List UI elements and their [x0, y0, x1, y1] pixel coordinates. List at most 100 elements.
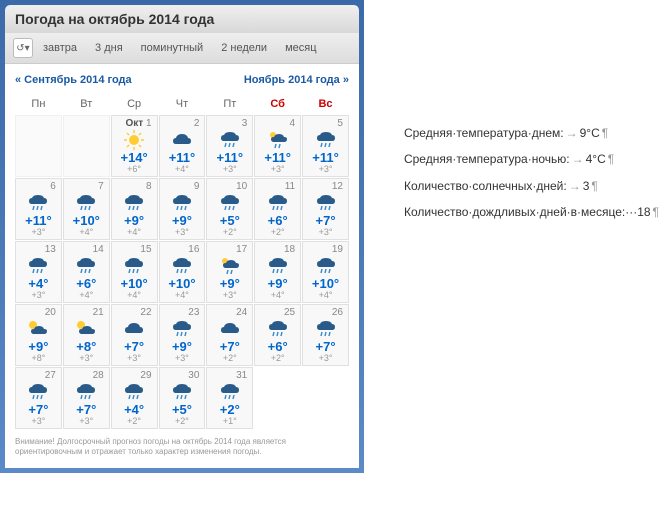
temps: +8°+3°: [67, 340, 106, 364]
cloud-icon: [115, 318, 154, 340]
day-cell[interactable]: 29+4°+2°: [111, 367, 158, 429]
day-cell[interactable]: 22 +7°+3°: [111, 304, 158, 366]
day-number: 24: [210, 307, 249, 318]
day-cell[interactable]: 14+6°+4°: [63, 241, 110, 303]
day-cell[interactable]: 6+11°+3°: [15, 178, 62, 240]
partcloud-icon: [19, 318, 58, 340]
day-number: 10: [210, 181, 249, 192]
day-number: 15: [115, 244, 154, 255]
day-cell[interactable]: 20+9°+8°: [15, 304, 62, 366]
rain-icon: [210, 381, 249, 403]
tab-3days[interactable]: 3 дня: [87, 38, 131, 58]
cloud-icon: [210, 318, 249, 340]
temps: +11°+3°: [258, 151, 297, 175]
temps: +11°+4°: [163, 151, 202, 175]
day-cell[interactable]: 4 +11°+3°: [254, 115, 301, 177]
day-number: 2: [163, 118, 202, 129]
day-number: 16: [163, 244, 202, 255]
temps: +9°+3°: [163, 214, 202, 238]
temps: +4°+3°: [19, 277, 58, 301]
tab-tomorrow[interactable]: завтра: [35, 38, 85, 58]
temps: +9°+4°: [115, 214, 154, 238]
day-cell[interactable]: 2 +11°+4°: [159, 115, 206, 177]
day-cell[interactable]: Окт 1 +14°+6°: [111, 115, 158, 177]
temps: +11°+3°: [19, 214, 58, 238]
day-cell[interactable]: 27+7°+3°: [15, 367, 62, 429]
day-number: 5: [306, 118, 345, 129]
day-number: 7: [67, 181, 106, 192]
rain-icon: [306, 129, 345, 151]
temps: +10°+4°: [115, 277, 154, 301]
prev-month-link[interactable]: « Сентябрь 2014 года: [15, 74, 132, 86]
empty-cell: [63, 115, 110, 177]
day-number: 3: [210, 118, 249, 129]
temps: +10°+4°: [67, 214, 106, 238]
day-cell[interactable]: 25+6°+2°: [254, 304, 301, 366]
rain-icon: [115, 192, 154, 214]
next-month-link[interactable]: Ноябрь 2014 года »: [244, 74, 349, 86]
temps: +4°+2°: [115, 403, 154, 427]
rain-icon: [163, 255, 202, 277]
day-cell[interactable]: 30+5°+2°: [159, 367, 206, 429]
day-cell[interactable]: 15 +10°+4°: [111, 241, 158, 303]
day-cell[interactable]: 12+7°+3°: [302, 178, 349, 240]
day-cell[interactable]: 17+9°+3°: [206, 241, 253, 303]
day-cell[interactable]: 8+9°+4°: [111, 178, 158, 240]
day-cell[interactable]: 18 +9°+4°: [254, 241, 301, 303]
day-cell[interactable]: 19+10°+4°: [302, 241, 349, 303]
day-number: Окт 1: [115, 118, 154, 129]
calendar-grid: ПнВтСрЧтПтСбВсОкт 1+14°+6°2+11°+4°3+11°+…: [15, 94, 349, 429]
day-cell[interactable]: 10+5°+2°: [206, 178, 253, 240]
day-cell[interactable]: 26+7°+3°: [302, 304, 349, 366]
day-number: 13: [19, 244, 58, 255]
stat-avg-night: Средняя·температура·ночью:→4°С: [404, 146, 659, 172]
temps: +2°+1°: [210, 403, 249, 427]
weekday-header: Пн: [15, 94, 62, 114]
weekday-header: Вт: [63, 94, 110, 114]
weekday-header: Ср: [111, 94, 158, 114]
rain-icon: [19, 255, 58, 277]
temps: +10°+4°: [163, 277, 202, 301]
rain-icon: [306, 255, 345, 277]
rain-icon: [19, 381, 58, 403]
day-cell[interactable]: 13 +4°+3°: [15, 241, 62, 303]
rain-icon: [67, 192, 106, 214]
tab-2weeks[interactable]: 2 недели: [213, 38, 275, 58]
day-cell[interactable]: 3 +11°+3°: [206, 115, 253, 177]
temps: +7°+3°: [115, 340, 154, 364]
tab-month[interactable]: месяц: [277, 38, 324, 58]
temps: +9°+4°: [258, 277, 297, 301]
temps: +11°+3°: [306, 151, 345, 175]
empty-cell: [15, 115, 62, 177]
page-title: Погода на октябрь 2014 года: [5, 5, 359, 33]
day-number: 22: [115, 307, 154, 318]
temps: +5°+2°: [163, 403, 202, 427]
day-number: 18: [258, 244, 297, 255]
tab-minute[interactable]: поминутный: [133, 38, 212, 58]
rain-icon: [258, 192, 297, 214]
day-cell[interactable]: 5 +11°+3°: [302, 115, 349, 177]
history-icon[interactable]: ↺▾: [13, 38, 33, 58]
day-cell[interactable]: 21+8°+3°: [63, 304, 110, 366]
rain-icon: [210, 129, 249, 151]
day-cell[interactable]: 7 +10°+4°: [63, 178, 110, 240]
day-cell[interactable]: 28+7°+3°: [63, 367, 110, 429]
day-number: 4: [258, 118, 297, 129]
day-cell[interactable]: 9+9°+3°: [159, 178, 206, 240]
temps: +9°+8°: [19, 340, 58, 364]
temps: +9°+3°: [210, 277, 249, 301]
day-cell[interactable]: 24+7°+2°: [206, 304, 253, 366]
day-number: 27: [19, 370, 58, 381]
temps: +14°+6°: [115, 151, 154, 175]
day-cell[interactable]: 16 +10°+4°: [159, 241, 206, 303]
temps: +9°+3°: [163, 340, 202, 364]
day-cell[interactable]: 23+9°+3°: [159, 304, 206, 366]
day-cell[interactable]: 11+6°+2°: [254, 178, 301, 240]
rain-icon: [67, 255, 106, 277]
rain-icon: [258, 318, 297, 340]
weekday-header: Чт: [159, 94, 206, 114]
rain-icon: [210, 192, 249, 214]
day-cell[interactable]: 31+2°+1°: [206, 367, 253, 429]
partrain-icon: [210, 255, 249, 277]
temps: +11°+3°: [210, 151, 249, 175]
